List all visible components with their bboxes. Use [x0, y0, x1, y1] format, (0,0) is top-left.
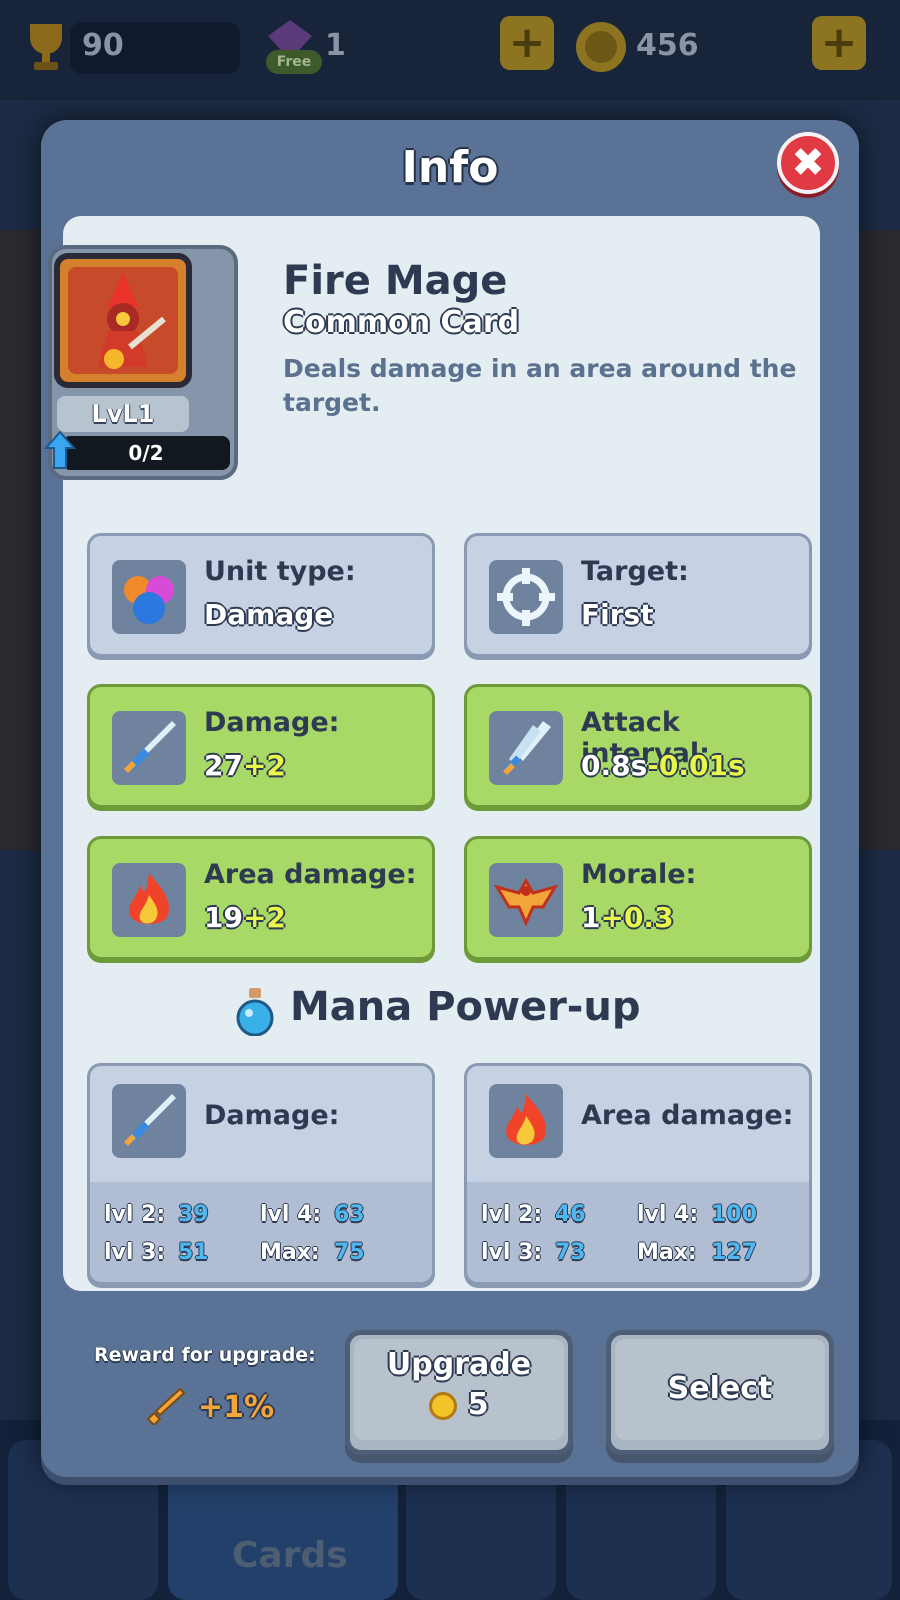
reward-sword-icon	[146, 1387, 186, 1425]
upgrade-cost: 5	[350, 1387, 568, 1422]
stat-base-value: 1	[581, 901, 601, 934]
level-name: lvl 2:	[481, 1202, 543, 1227]
coin-icon	[576, 22, 626, 72]
fire-mage-icon	[98, 273, 166, 369]
stat-area-damage: Area damage: 19+2	[87, 836, 435, 960]
stat-label: Damage:	[204, 707, 340, 738]
stat-value: 19+2	[204, 901, 286, 934]
mana-area-damage-card: Area damage: lvl 2: 46 lvl 3: 73 lvl 4: …	[464, 1063, 812, 1285]
level-value: 51	[178, 1240, 209, 1265]
stat-morale: Morale: 1+0.3	[464, 836, 812, 960]
level-value: 46	[555, 1202, 586, 1227]
fire-mage-portrait	[68, 267, 178, 374]
stat-label: Morale:	[581, 859, 697, 890]
mana-powerup-title: Mana Power-up	[290, 984, 641, 1030]
level-value: 127	[711, 1240, 757, 1265]
level-name: lvl 4:	[637, 1202, 699, 1227]
stat-damage: Damage: 27+2	[87, 684, 435, 808]
mana-potion-icon	[236, 988, 274, 1036]
stat-bonus: +2	[242, 749, 286, 782]
coin-icon	[429, 1391, 458, 1420]
stat-label: Unit type:	[204, 556, 356, 587]
stat-bonus: +2	[242, 901, 286, 934]
nav-tab-cards-label: Cards	[232, 1535, 348, 1576]
unit-type-icon	[112, 560, 186, 634]
upgrade-cost-value: 5	[467, 1387, 489, 1422]
coin-count: 456	[636, 28, 699, 63]
upgrade-arrow-icon	[44, 430, 76, 469]
stat-label: Target:	[581, 556, 689, 587]
level-value: 73	[555, 1240, 586, 1265]
modal-title: Info	[401, 142, 499, 193]
mana-levels-area	[90, 1182, 432, 1282]
top-resource-bar: 90 1 Free + 456 +	[0, 0, 900, 100]
select-button-label: Select	[667, 1371, 773, 1406]
card-level: LvL1	[57, 396, 189, 432]
mana-damage-card: Damage: lvl 2: 39 lvl 3: 51 lvl 4: 63 Ma…	[87, 1063, 435, 1285]
gem-count: 1	[325, 28, 346, 63]
stat-bonus: -0.01s	[647, 749, 745, 782]
trophy-count: 90	[82, 28, 124, 63]
level-value: 100	[711, 1202, 757, 1227]
stat-base-value: 19	[204, 901, 243, 934]
upgrade-button[interactable]: Upgrade 5	[345, 1330, 573, 1455]
mana-card-label: Area damage:	[581, 1100, 794, 1131]
fire-icon	[489, 1084, 563, 1158]
level-value: 63	[334, 1202, 365, 1227]
stat-value: 0.8s-0.01s	[581, 749, 745, 782]
reward-label: Reward for upgrade:	[94, 1344, 316, 1366]
fire-icon	[112, 863, 186, 937]
card-portrait	[54, 253, 192, 388]
stat-unit-type: Unit type: Damage	[87, 533, 435, 657]
level-value: 75	[334, 1240, 365, 1265]
stat-target: Target: First	[464, 533, 812, 657]
sword-icon	[112, 1084, 186, 1158]
card-progress: 0/2	[62, 436, 230, 470]
stat-base-value: 27	[204, 749, 243, 782]
stat-value: 1+0.3	[581, 901, 674, 934]
trophy-icon	[30, 24, 62, 70]
buy-coins-button[interactable]: +	[812, 16, 866, 70]
stat-label: Area damage:	[204, 859, 417, 890]
upgrade-button-label: Upgrade	[386, 1347, 532, 1382]
mana-levels-area	[467, 1182, 809, 1282]
sword-icon	[112, 711, 186, 785]
free-badge: Free	[266, 50, 322, 74]
level-name: Max:	[260, 1240, 320, 1265]
stat-attack-interval: Attack interval: 0.8s-0.01s	[464, 684, 812, 808]
background-right-edge	[860, 230, 900, 850]
reward-value: +1%	[198, 1390, 275, 1425]
buy-gems-button[interactable]: +	[500, 16, 554, 70]
target-icon	[489, 560, 563, 634]
level-name: lvl 2:	[104, 1202, 166, 1227]
level-name: lvl 3:	[104, 1240, 166, 1265]
stat-bonus: +0.3	[600, 901, 674, 934]
close-button[interactable]: ✖	[777, 132, 839, 194]
level-name: lvl 3:	[481, 1240, 543, 1265]
card-name: Fire Mage	[283, 258, 508, 304]
stat-value: Damage	[204, 598, 334, 631]
level-value: 39	[178, 1202, 209, 1227]
attack-interval-icon	[489, 711, 563, 785]
stat-value: First	[581, 598, 654, 631]
stat-base-value: 0.8s	[581, 749, 648, 782]
level-name: lvl 4:	[260, 1202, 322, 1227]
card-rarity: Common Card	[283, 305, 520, 340]
level-name: Max:	[637, 1240, 697, 1265]
select-button[interactable]: Select	[606, 1330, 834, 1455]
stat-value: 27+2	[204, 749, 286, 782]
background-left-edge	[0, 230, 40, 850]
card-description: Deals damage in an area around the targe…	[283, 354, 797, 417]
mana-card-label: Damage:	[204, 1100, 340, 1131]
eagle-icon	[489, 863, 563, 937]
